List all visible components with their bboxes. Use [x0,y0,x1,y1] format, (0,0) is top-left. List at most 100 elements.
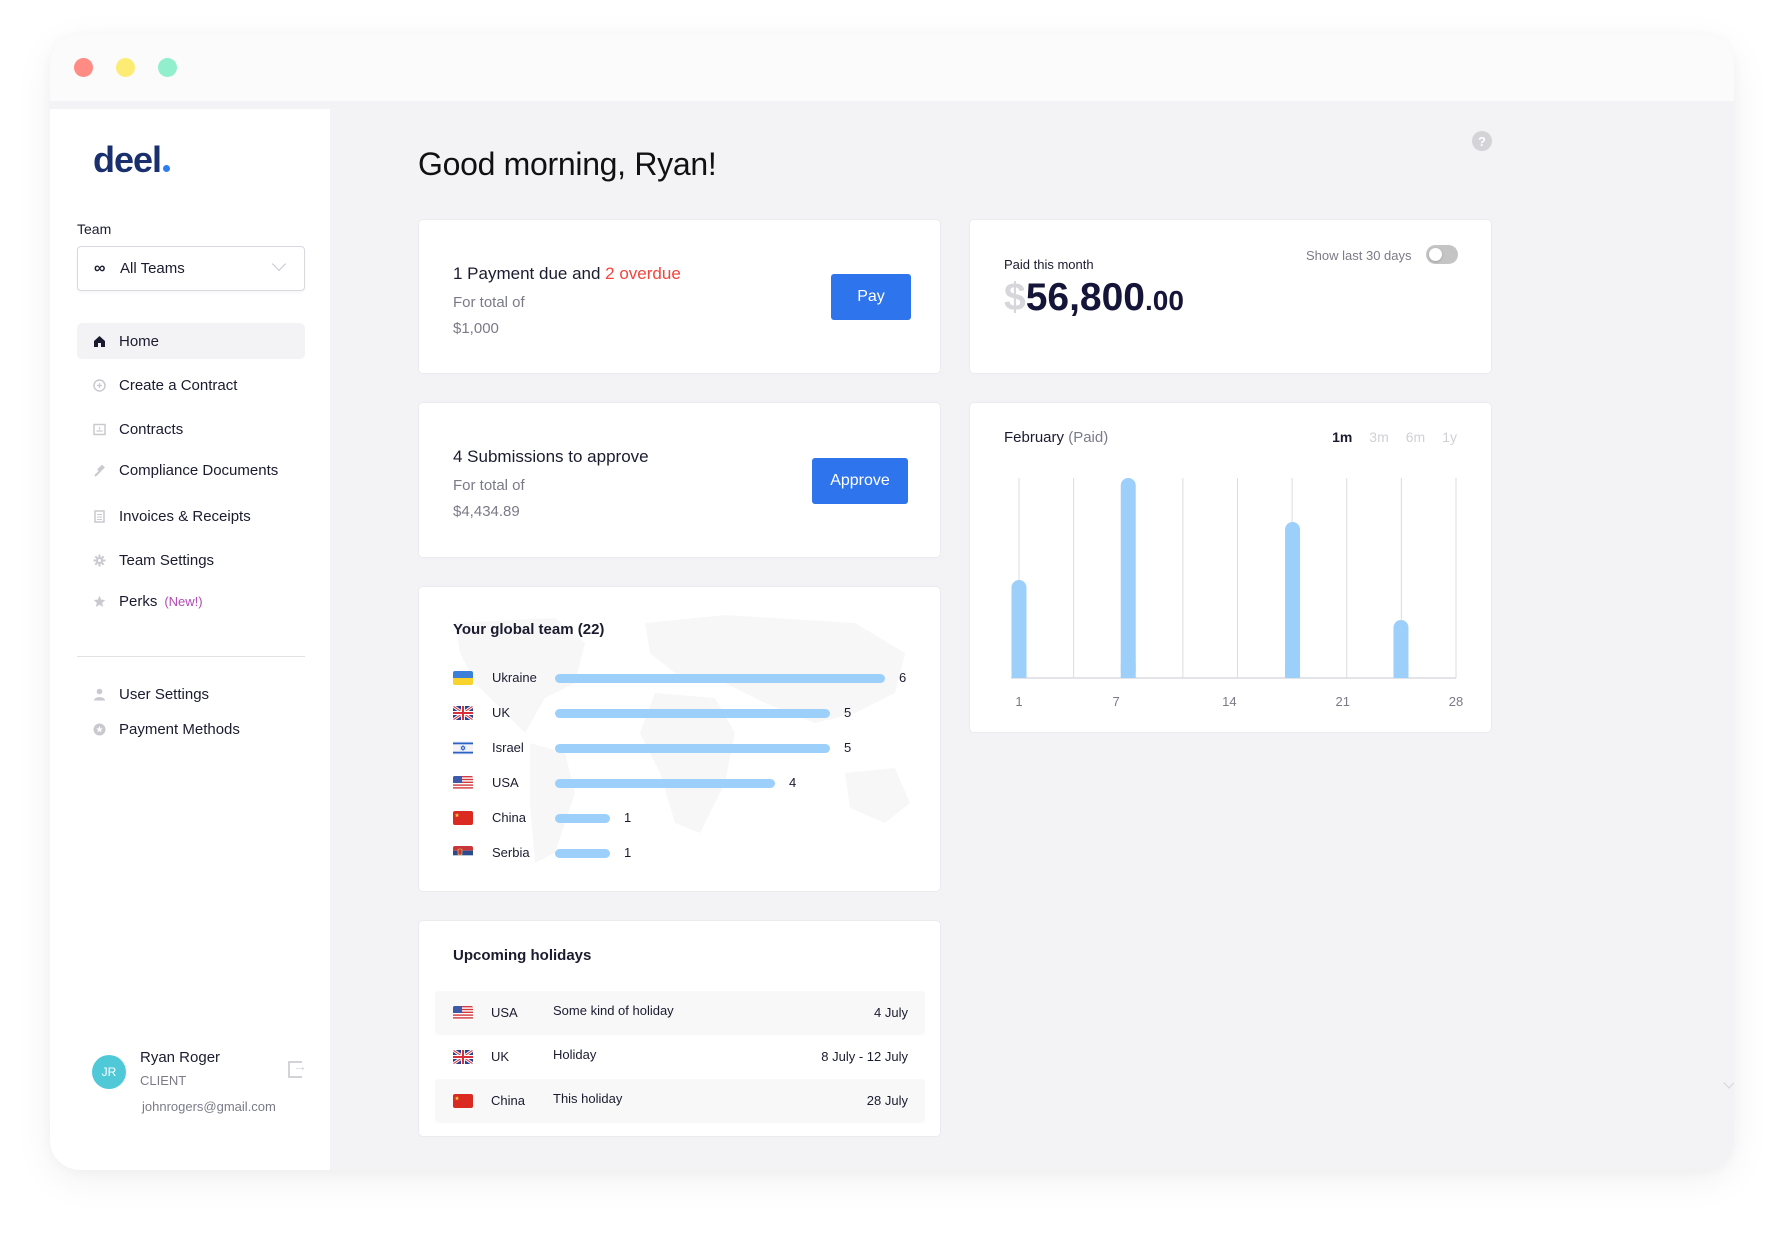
new-badge: (New!) [164,593,203,609]
country-count: 4 [789,775,797,790]
chart-bar [1285,522,1301,678]
user-role: CLIENT [140,1073,187,1088]
sidebar-item-contracts[interactable]: Contracts [77,411,305,447]
country-count-bar [555,709,830,718]
star-icon [93,595,119,608]
chart-bar [1120,478,1136,678]
holiday-date: 8 July - 12 July [821,1049,908,1064]
submissions-title: 4 Submissions to approve [453,447,649,466]
toggle-label: Show last 30 days [1306,248,1412,263]
flag-israel-icon [453,741,473,755]
scroll-down-chevron-icon[interactable] [1723,1077,1734,1089]
payment-total-label: For total of [453,294,525,311]
infinity-icon: ∞ [94,259,106,277]
minimize-window-button[interactable] [116,58,135,77]
country-name: UK [492,705,511,720]
sidebar-item-user-settings[interactable]: User Settings [77,676,305,712]
x-tick-label: 28 [1449,694,1463,709]
payment-icon [93,723,119,736]
flag-usa-icon [453,1006,473,1020]
holiday-name: Some kind of holiday [553,1003,674,1018]
holiday-date: 4 July [874,1005,908,1020]
sidebar-item-compliance-documents[interactable]: Compliance Documents [77,452,305,488]
country-count-bar [555,674,885,683]
gavel-icon [93,464,119,477]
sidebar-item-label: Team Settings [119,551,215,569]
x-tick-label: 1 [1015,694,1022,709]
sidebar-item-label: Compliance Documents [119,461,279,479]
sidebar-item-payment-methods[interactable]: Payment Methods [77,711,305,747]
sidebar-item-label: Home [119,332,160,350]
sidebar-item-label: User Settings [119,685,210,703]
chart-bar-base [1120,663,1136,678]
holiday-row[interactable]: USA Some kind of holiday 4 July [435,991,925,1035]
plus-circle-icon [93,378,119,392]
flag-china-icon [453,811,473,825]
sidebar-item-label: Contracts [119,420,184,438]
flag-uk-icon [453,706,473,720]
sidebar-item-home[interactable]: Home [77,323,305,359]
country-name: China [492,810,526,825]
app-window: deel Team ∞ All Teams Home Create a Contr… [50,34,1734,1170]
user-name: Ryan Roger [140,1049,221,1066]
overdue-count: 2 overdue [605,264,681,283]
flag-china-icon [453,1094,473,1108]
deel-logo[interactable]: deel [93,139,171,181]
country-count: 1 [624,845,632,860]
sidebar-item-label: Create a Contract [119,376,238,394]
country-count: 5 [844,705,852,720]
country-count-bar [555,779,775,788]
country-name: Serbia [492,845,530,860]
holiday-name: This holiday [553,1091,623,1106]
user-icon [93,688,119,701]
country-count: 5 [844,740,852,755]
sidebar-item-create-a-contract[interactable]: Create a Contract [77,367,305,403]
payment-due-card: 1 Payment due and 2 overdue For total of… [418,219,941,374]
holiday-date: 28 July [866,1093,908,1108]
team-country-row: UK 5 [453,703,913,723]
team-country-row: Ukraine 6 [453,668,913,688]
approve-button[interactable]: Approve [812,458,908,504]
sidebar-item-team-settings[interactable]: Team Settings [77,542,305,578]
flag-uk-icon [453,1050,473,1064]
holiday-country: UK [491,1049,510,1064]
sidebar: deel Team ∞ All Teams Home Create a Contr… [50,109,330,1170]
sidebar-item-perks[interactable]: Perks (New!) [77,583,305,619]
maximize-window-button[interactable] [158,58,177,77]
holiday-country: USA [491,1005,518,1020]
chart-bar-base [1011,663,1027,678]
logout-icon[interactable] [288,1058,307,1078]
title-bar [50,34,1734,101]
last-30-days-toggle[interactable] [1426,245,1458,264]
upcoming-holidays-card: Upcoming holidays USA Some kind of holida… [418,920,941,1137]
close-window-button[interactable] [74,58,93,77]
page-title: Good morning, Ryan! [418,146,717,182]
x-tick-label: 21 [1335,694,1349,709]
country-name: USA [492,775,519,790]
chart-bar-base [1285,663,1301,678]
team-country-row: USA 4 [453,773,913,793]
avatar[interactable]: JR [92,1055,126,1089]
x-tick-label: 7 [1112,694,1119,709]
holiday-name: Holiday [553,1047,597,1062]
country-count-bar [555,814,610,823]
sidebar-item-invoices-receipts[interactable]: Invoices & Receipts [77,498,305,534]
holidays-title: Upcoming holidays [453,947,592,964]
flag-ukraine-icon [453,671,473,685]
team-country-row: Israel 5 [453,738,913,758]
payment-total-amount: $1,000 [453,320,499,337]
country-count-bar [555,849,610,858]
country-name: Israel [492,740,524,755]
team-country-row: Serbia 1 [453,843,913,863]
pay-button[interactable]: Pay [831,274,911,320]
help-icon[interactable]: ? [1472,131,1492,151]
holiday-row[interactable]: China This holiday 28 July [435,1079,925,1123]
holiday-row[interactable]: UK Holiday 8 July - 12 July [435,1035,925,1079]
country-count: 1 [624,810,632,825]
flag-usa-icon [453,776,473,790]
chevron-down-icon [271,256,287,272]
sidebar-divider [77,656,305,657]
global-team-title: Your global team (22) [453,621,605,638]
sidebar-item-label: Payment Methods [119,720,240,738]
team-select[interactable]: ∞ All Teams [77,246,305,291]
